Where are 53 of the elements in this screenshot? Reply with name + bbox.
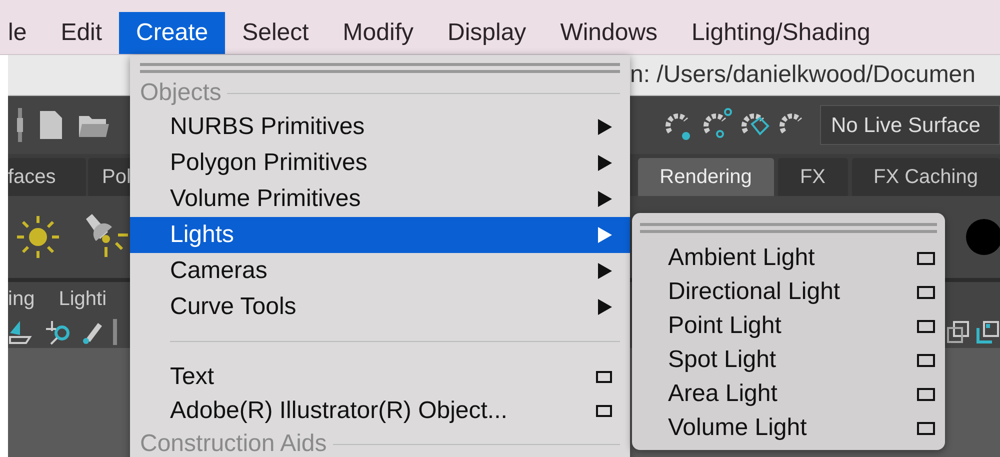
- menu-bar-item[interactable]: Lighting/Shading: [674, 12, 888, 54]
- menu-bar-item[interactable]: Edit: [44, 12, 120, 54]
- menu-item[interactable]: Point Light: [632, 309, 945, 343]
- toolbar-handle-icon[interactable]: [16, 108, 24, 142]
- submenu-arrow-icon: [598, 191, 612, 207]
- option-box-icon[interactable]: [917, 388, 935, 400]
- shelf-tab[interactable]: faces: [8, 158, 86, 196]
- menu-item[interactable]: Area Light: [632, 377, 945, 411]
- option-box-icon[interactable]: [917, 354, 935, 366]
- toolbar-handle-icon[interactable]: [112, 319, 118, 345]
- menu-item[interactable]: NURBS Primitives: [130, 109, 630, 145]
- menu-item[interactable]: Adobe(R) Illustrator(R) Object...: [130, 394, 630, 428]
- menu-item[interactable]: Directional Light: [632, 275, 945, 309]
- menu-bar-item[interactable]: Display: [430, 12, 544, 54]
- menu-bar-item[interactable]: Modify: [326, 12, 430, 54]
- menu-item[interactable]: Text: [130, 360, 630, 394]
- submenu-arrow-icon: [598, 227, 612, 243]
- panel-menu[interactable]: ing: [8, 288, 35, 310]
- shelf-tab[interactable]: FX: [778, 158, 848, 196]
- menu-item[interactable]: Ambient Light: [632, 241, 945, 275]
- menu-item[interactable]: Volume Light: [632, 411, 945, 445]
- menu-bar-item[interactable]: le: [0, 12, 44, 54]
- option-box-icon[interactable]: [596, 371, 612, 383]
- menu-item[interactable]: Spot Light: [632, 343, 945, 377]
- section-header: Objects: [140, 79, 222, 107]
- menu-item[interactable]: Cameras: [130, 253, 630, 289]
- menu-item[interactable]: Curve Tools: [130, 289, 630, 325]
- new-file-icon[interactable]: [38, 110, 64, 140]
- menu-bar-item[interactable]: Windows: [543, 12, 675, 54]
- menu-bar-item[interactable]: Select: [225, 12, 326, 54]
- option-box-icon[interactable]: [917, 286, 935, 298]
- submenu-arrow-icon: [598, 155, 612, 171]
- option-box-icon[interactable]: [917, 422, 935, 434]
- option-box-icon[interactable]: [596, 405, 612, 417]
- shelf-tab[interactable]: FX Caching: [852, 158, 1000, 196]
- menu-bar-item[interactable]: Create: [119, 12, 226, 54]
- menu-item[interactable]: Lights: [130, 217, 630, 253]
- layers-icon[interactable]: [946, 320, 970, 344]
- submenu-arrow-icon: [598, 299, 612, 315]
- option-box-icon[interactable]: [917, 320, 935, 332]
- sun-icon[interactable]: [16, 215, 60, 259]
- submenu-arrow-icon: [598, 119, 612, 135]
- shelf-tab[interactable]: Rendering: [638, 158, 774, 196]
- magnifier-icon[interactable]: [44, 319, 72, 345]
- option-box-icon[interactable]: [917, 252, 935, 264]
- tear-off-handle[interactable]: [140, 63, 620, 73]
- section-header: Construction Aids: [140, 430, 327, 457]
- panel-menu[interactable]: Lighti: [58, 288, 107, 310]
- tear-off-handle[interactable]: [640, 223, 937, 233]
- submenu-arrow-icon: [598, 263, 612, 279]
- live-surface-field[interactable]: No Live Surface: [820, 105, 1000, 145]
- file-path: n: /Users/danielkwood/Documen: [630, 61, 976, 89]
- layers-icon[interactable]: [976, 320, 1000, 344]
